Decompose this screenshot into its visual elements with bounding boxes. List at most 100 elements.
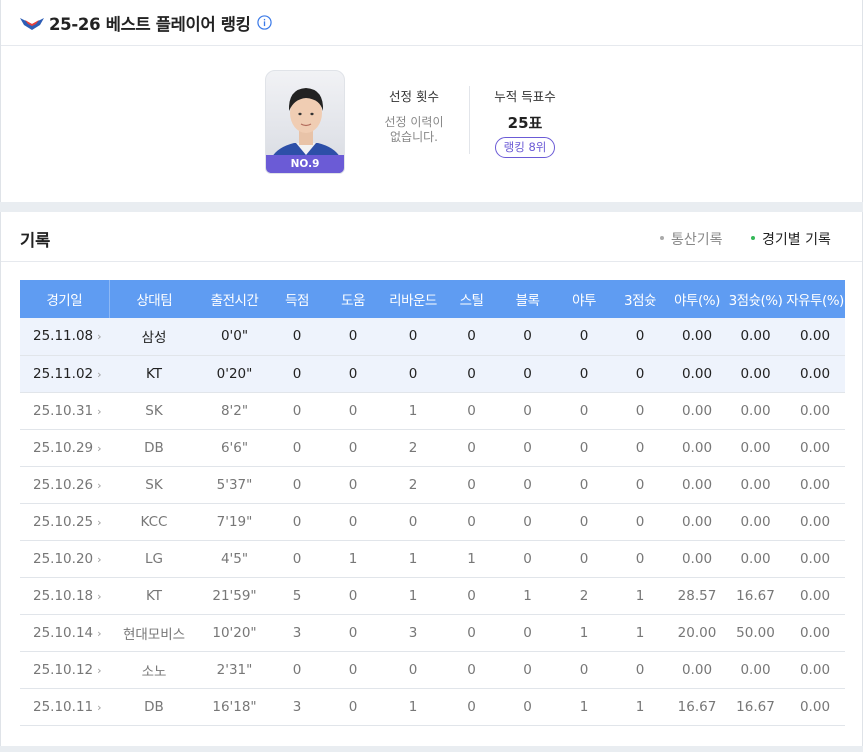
column-header: 야투 — [572, 293, 596, 309]
cell-ftp: 0.00 — [799, 328, 831, 345]
cell-stl: 1 — [467, 550, 476, 567]
chevron-right-icon: › — [97, 441, 102, 455]
votes-value: 25표 — [507, 114, 543, 132]
cell-blk: 1 — [523, 587, 532, 604]
cell-pts: 0 — [292, 402, 302, 419]
cell-blk: 0 — [523, 365, 532, 382]
game-date-link[interactable]: 25.10.20 › — [20, 540, 109, 577]
table-row: 25.11.02 › KT 0'20" 0 0 0 0 0 0 0 0.00 0.00 0.00 — [20, 355, 845, 392]
cell-time: 6'6" — [220, 439, 249, 456]
cell-stl: 0 — [467, 624, 476, 641]
cell-fg: 0 — [579, 328, 589, 345]
cell-fg: 0 — [579, 661, 589, 678]
table-row: 25.10.26 › SK 5'37" 0 0 2 0 0 0 0 0.00 0.00 0.00 — [20, 466, 845, 503]
cell-fgp: 0.00 — [681, 365, 713, 382]
game-date-link[interactable]: 25.10.12 › — [20, 651, 109, 688]
cell-fgp: 0.00 — [681, 402, 713, 419]
table-row: 25.10.20 › LG 4'5" 0 1 1 1 0 0 0 0.00 0.00 0.00 — [20, 540, 845, 577]
column-header: 자유투(%) — [786, 293, 844, 309]
tab-label: 경기별 기록 — [762, 232, 831, 248]
cell-ast: 0 — [348, 402, 358, 419]
records-header: 기록 통산기록 경기별 기록 — [1, 212, 862, 262]
game-date-link[interactable]: 25.11.02 › — [20, 355, 109, 392]
cell-reb: 1 — [408, 402, 418, 419]
chevron-right-icon: › — [97, 404, 102, 418]
cell-reb: 1 — [408, 698, 418, 715]
records-title: 기록 — [20, 231, 51, 250]
active-tab-dot — [751, 236, 755, 240]
cell-time: 7'19" — [216, 513, 253, 530]
tab-game-records[interactable]: 경기별 기록 — [751, 229, 831, 249]
column-header: 스틸 — [459, 293, 484, 309]
cell-tp: 1 — [635, 587, 645, 604]
game-date: 25.10.29 — [33, 439, 94, 456]
game-records-table: 경기일 상대팀 출전시간 득점 도움 리바운드 스틸 블록 야투 3점슛 야투(%) 3점슛(%) 자유… — [20, 280, 845, 726]
cell-ftp: 0.00 — [799, 550, 831, 567]
cell-tp: 0 — [635, 402, 645, 419]
selection-msg-line2: 없습니다. — [390, 130, 438, 144]
cell-ast: 0 — [348, 476, 358, 493]
cell-stl: 0 — [467, 661, 476, 678]
game-date-link[interactable]: 25.10.11 › — [20, 688, 109, 725]
cell-time: 0'20" — [216, 365, 253, 382]
game-date-link[interactable]: 25.10.25 › — [20, 503, 109, 540]
cell-blk: 0 — [523, 550, 532, 567]
cell-tp: 0 — [635, 365, 645, 382]
cell-fg: 2 — [579, 587, 589, 604]
cell-tp: 0 — [635, 328, 645, 345]
game-date-link[interactable]: 25.10.31 › — [20, 392, 109, 429]
table-header-row: 경기일 상대팀 출전시간 득점 도움 리바운드 스틸 블록 야투 3점슛 야투(%) 3점슛(%) 자유… — [20, 280, 845, 318]
cell-time: 16'18" — [212, 698, 257, 715]
cell-time: 4'5" — [220, 550, 249, 567]
cell-stl: 0 — [467, 698, 476, 715]
cell-pts: 5 — [292, 587, 302, 604]
cell-tp: 0 — [635, 476, 645, 493]
game-date-link[interactable]: 25.11.08 › — [20, 318, 109, 355]
cell-blk: 0 — [523, 328, 532, 345]
cell-pts: 0 — [292, 476, 302, 493]
cell-blk: 0 — [523, 402, 532, 419]
cell-opp: DB — [144, 698, 164, 715]
cell-fg: 0 — [579, 513, 589, 530]
cell-fgp: 28.57 — [677, 587, 717, 604]
column-header: 출전시간 — [210, 293, 259, 309]
cell-tpp: 0.00 — [740, 439, 771, 456]
cell-ast: 0 — [348, 624, 358, 641]
cell-reb: 3 — [408, 624, 418, 641]
game-date-link[interactable]: 25.10.26 › — [20, 466, 109, 503]
selection-count-label: 선정 횟수 — [389, 89, 439, 104]
chevron-right-icon: › — [97, 663, 102, 677]
tab-total-records[interactable]: 통산기록 — [660, 229, 723, 249]
column-header: 블록 — [515, 293, 540, 309]
cell-tpp: 0.00 — [740, 328, 771, 345]
chevron-right-icon: › — [97, 589, 102, 603]
game-date: 25.10.14 — [33, 624, 94, 641]
info-circle-icon[interactable] — [256, 15, 272, 30]
game-date-link[interactable]: 25.10.14 › — [20, 614, 109, 651]
column-header: 야투(%) — [674, 293, 720, 309]
cell-tpp: 0.00 — [740, 550, 771, 567]
cell-ftp: 0.00 — [799, 661, 831, 678]
column-header: 득점 — [285, 293, 309, 309]
table-row: 25.10.29 › DB 6'6" 0 0 2 0 0 0 0 0.00 0.00 0.00 — [20, 429, 845, 466]
chevron-right-icon: › — [97, 700, 102, 714]
cell-blk: 0 — [523, 476, 532, 493]
cell-ftp: 0.00 — [799, 402, 831, 419]
table-row: 25.11.08 › 삼성 0'0" 0 0 0 0 0 0 0 0.00 0.00 0.00 — [20, 318, 845, 355]
cell-ftp: 0.00 — [799, 439, 831, 456]
column-header: 3점슛 — [624, 293, 656, 309]
game-date-link[interactable]: 25.10.29 › — [20, 429, 109, 466]
cell-ast: 0 — [348, 365, 358, 382]
cell-reb: 2 — [408, 439, 418, 456]
stat-divider — [469, 86, 470, 154]
page-title: 25-26 베스트 플레이어 랭킹 — [49, 14, 251, 34]
cell-reb: 0 — [408, 661, 418, 678]
cell-ast: 1 — [348, 550, 358, 567]
game-date: 25.10.26 — [33, 476, 94, 493]
column-header: 경기일 — [20, 280, 110, 318]
game-date-link[interactable]: 25.10.18 › — [20, 577, 109, 614]
cell-ftp: 0.00 — [799, 698, 831, 715]
cell-reb: 0 — [408, 513, 418, 530]
cell-fgp: 0.00 — [681, 328, 713, 345]
cell-reb: 1 — [408, 587, 418, 604]
